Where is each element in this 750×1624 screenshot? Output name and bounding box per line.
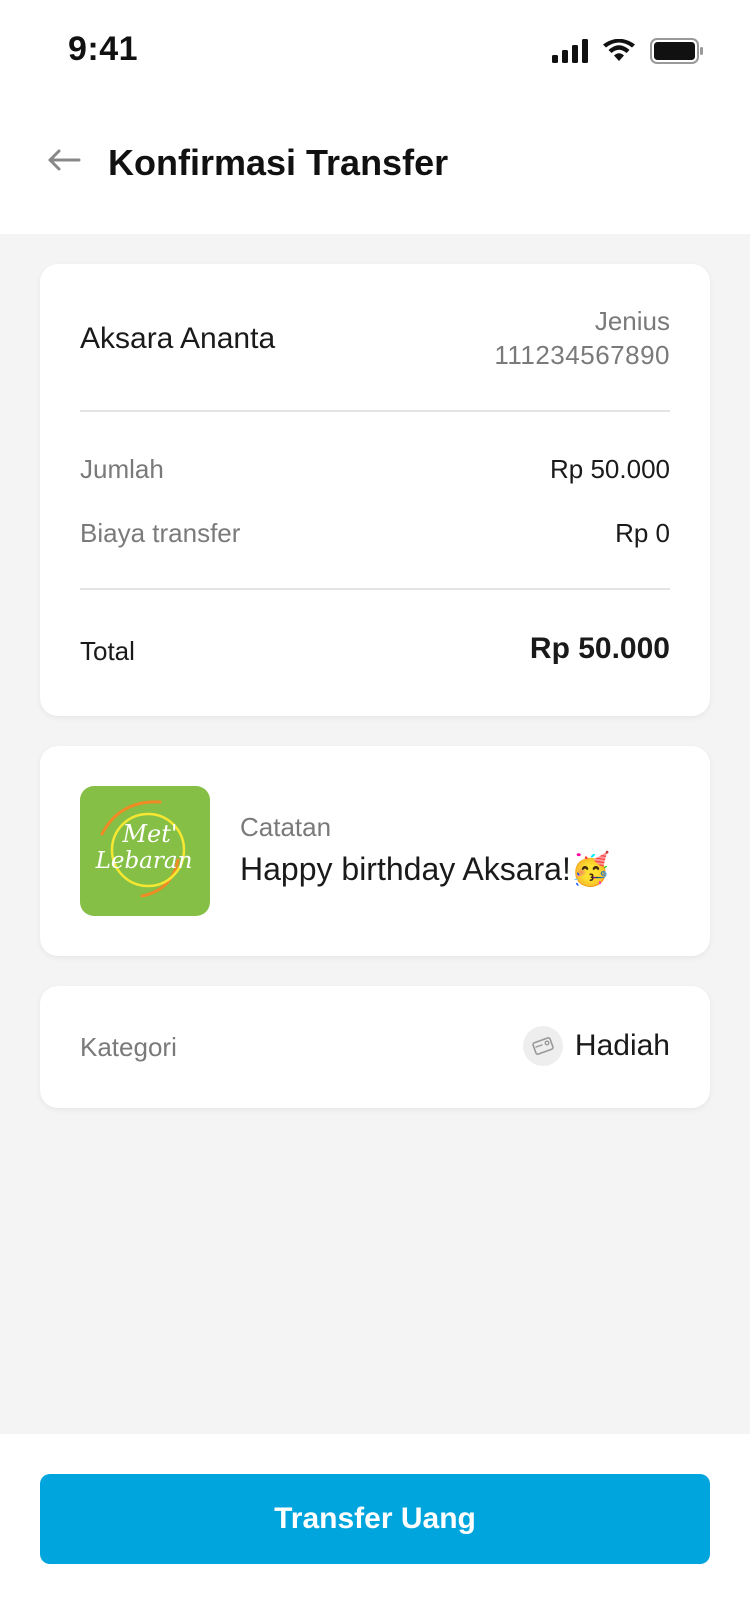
signal-icon [552,39,588,68]
transfer-button[interactable]: Transfer Uang [40,1474,710,1564]
note-text: Happy birthday Aksara!🥳 [240,851,611,887]
category-selection: Hadiah [522,1026,670,1066]
battery-icon [650,38,704,69]
amount-value: Rp 50.000 [550,454,670,484]
recipient-name: Aksara Ananta [80,322,276,355]
status-time: 9:41 [68,30,139,68]
wifi-icon [602,38,636,68]
note-label: Catatan [240,812,332,842]
category-card[interactable]: Kategori Hadiah [40,986,710,1108]
status-icons [552,38,704,69]
arrow-left-icon [47,148,81,177]
total-label: Total [80,636,135,666]
bottom-action-bar: Transfer Uang [0,1434,750,1624]
transfer-confirmation-screen: 9:41 Konfirmasi Transfer Aksara Ananta J… [0,0,750,1624]
divider [80,588,670,590]
fee-label: Biaya transfer [80,518,241,548]
thumbnail-line1: Met' [121,820,177,848]
fee-value: Rp 0 [615,518,670,548]
category-value: Hadiah [574,1029,670,1062]
category-label: Kategori [80,1032,177,1062]
note-thumbnail: Met' Lebaran [80,786,210,916]
transfer-summary-card: Aksara Ananta Jenius 111234567890 Jumlah… [40,264,710,716]
page-title: Konfirmasi Transfer [108,142,449,183]
app-header: Konfirmasi Transfer [0,100,750,234]
total-value: Rp 50.000 [529,632,670,665]
recipient-account-number: 111234567890 [494,340,670,370]
status-bar: 9:41 [0,0,750,100]
gift-tag-icon [522,1026,563,1066]
recipient-bank: Jenius [594,306,670,336]
thumbnail-line2: Lebaran [95,848,193,874]
amount-label: Jumlah [80,454,164,484]
divider [80,410,670,412]
note-card[interactable]: Met' Lebaran Catatan Happy birthday Aksa… [40,746,710,956]
back-button[interactable] [40,138,88,186]
